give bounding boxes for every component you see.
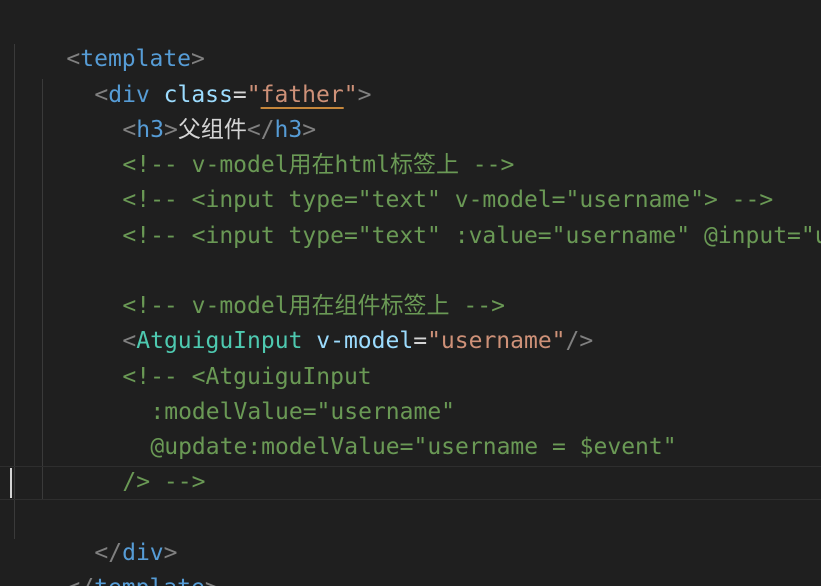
code-line-comment[interactable]: :modelValue="username" <box>95 360 455 425</box>
tag-bracket: > <box>357 82 372 108</box>
code-line-h3[interactable]: <h3>父组件</h3> <box>67 78 316 143</box>
code-line-template-open[interactable]: <template> <box>11 7 205 72</box>
tag-bracket: > <box>205 575 219 586</box>
quote: " <box>343 82 358 108</box>
code-line-div-open[interactable]: <div class="father"> <box>39 43 371 108</box>
tag-name: template <box>94 575 205 586</box>
code-editor[interactable]: <template> <div class="father"> <h3>父组件<… <box>0 0 821 586</box>
attr-value: "username" <box>427 328 566 354</box>
comment-text: <!-- <input type="text" :value="username… <box>122 223 821 249</box>
tag-bracket: /> <box>565 328 594 354</box>
code-line-component[interactable]: <AtguiguInput v-model="username"/> <box>67 289 593 354</box>
indent-guide-template <box>14 44 15 539</box>
comment-text: /> --> <box>122 469 206 495</box>
comment-text: @update:modelValue="username = $event" <box>150 434 677 460</box>
code-line-comment[interactable]: <!-- <input type="text" :value="username… <box>67 184 821 249</box>
code-line-comment[interactable]: /> --> <box>67 430 205 495</box>
code-line-comment[interactable]: <!-- <AtguiguInput <box>67 325 371 390</box>
code-line-template-close[interactable]: </template> <box>11 536 218 586</box>
code-line-comment[interactable]: <!-- v-model用在html标签上 --> <box>67 113 514 178</box>
code-line-comment[interactable]: <!-- v-model用在组件标签上 --> <box>67 254 505 319</box>
code-line-comment[interactable]: <!-- <input type="text" v-model="usernam… <box>67 148 773 213</box>
code-line-comment[interactable]: @update:modelValue="username = $event" <box>95 395 676 460</box>
equals-sign: = <box>413 328 428 354</box>
tag-bracket: </ <box>66 575 94 586</box>
text-cursor <box>10 468 12 498</box>
code-line-div-close[interactable]: </div> <box>39 501 177 566</box>
